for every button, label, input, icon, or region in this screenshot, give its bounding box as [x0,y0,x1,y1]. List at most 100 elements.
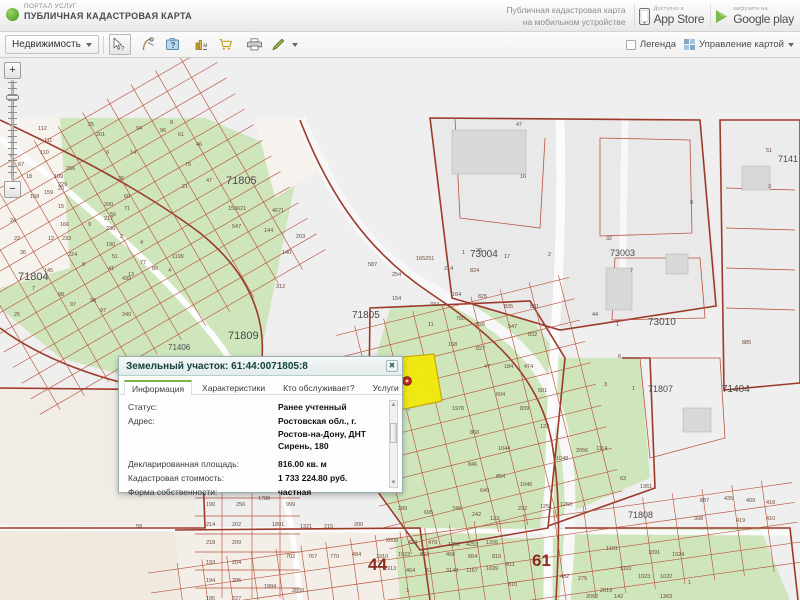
print-tool-button[interactable] [244,34,266,55]
svg-text:547: 547 [232,224,241,230]
popup-tabs: Информация Характеристики Кто обслуживае… [119,376,402,395]
chevron-down-icon [85,42,92,47]
svg-text:1251: 1251 [540,504,552,510]
draw-tool-button[interactable] [267,34,298,55]
tab-kto-obsluzhivaet[interactable]: Кто обслуживает? [275,379,363,394]
parcel-info-popup[interactable]: Земельный участок: 61:44:0071805:8 ✖ Инф… [118,356,403,497]
svg-text:2019: 2019 [600,588,612,594]
google-play-badge[interactable]: загрузите на Google play [710,4,800,28]
svg-text:11: 11 [428,322,434,328]
svg-text:71404: 71404 [722,384,750,395]
svg-text:214: 214 [206,522,215,528]
field-status-value: Ранее учтенный [278,402,347,412]
tab-informaciya-label: Информация [132,384,185,394]
brand[interactable]: Портал услуг Публичная кадастровая карта [6,3,192,22]
svg-text:215: 215 [324,524,333,530]
toolbar-divider [102,35,104,54]
tab-harakteristiki-label: Характеристики [202,383,266,393]
map-control-label: Управление картой [698,39,784,50]
checkbox-unchecked-icon[interactable] [625,39,636,50]
category-dropdown[interactable]: Недвижимость [5,35,99,54]
svg-text:58: 58 [136,524,142,530]
svg-text:839: 839 [520,406,529,412]
triangle-down-icon[interactable]: ▼ [390,479,397,487]
svg-text:71: 71 [124,206,130,212]
svg-text:194: 194 [206,578,215,584]
scrollbar-thumb[interactable] [390,423,397,443]
svg-text:587: 587 [368,262,377,268]
svg-text:410: 410 [766,516,775,522]
svg-text:159: 159 [44,190,53,196]
svg-text:770: 770 [330,554,339,560]
svg-text:6: 6 [106,150,109,156]
map-canvas[interactable]: 71805 71804 71809 71805 73004 73003 7301… [0,58,800,600]
svg-text:1101: 1101 [606,546,618,552]
mobile-tagline: Публичная кадастровая карта на мобильном… [506,4,633,29]
select-object-tool-button[interactable]: ? [108,34,131,55]
cursor-question-icon: ? [113,37,125,52]
zoom-in-button[interactable]: + [4,62,21,79]
svg-text:312: 312 [276,284,285,290]
tab-informaciya[interactable]: Информация [124,380,193,395]
zoom-slider-handle[interactable] [6,95,19,100]
app-store-badge[interactable]: Доступно в App Store [633,4,711,28]
info-tool-button[interactable]: ? [162,34,184,55]
tab-kto-obsluzhivaet-label: Кто обслуживает? [283,383,355,393]
close-icon[interactable]: ✖ [386,360,398,372]
svg-text:112: 112 [38,126,47,132]
svg-text:695: 695 [424,510,433,516]
svg-text:73010: 73010 [648,317,676,328]
draw-tool-icon-box[interactable] [268,34,290,55]
cart-tool-button[interactable] [215,34,237,55]
svg-text:1: 1 [406,588,409,594]
zoom-out-button[interactable]: − [4,181,21,198]
zoom-slider-control[interactable]: + − [4,62,21,198]
svg-text:16: 16 [520,174,526,180]
svg-text:164: 164 [452,292,461,298]
map-control-dropdown[interactable]: Управление картой [683,39,794,50]
measure-tool-button[interactable] [138,34,160,55]
svg-text:145: 145 [44,268,53,274]
svg-text:275: 275 [578,576,587,582]
field-declared-area-label: Декларированная площадь: [128,459,239,469]
svg-text:75: 75 [185,162,191,168]
svg-text:810: 810 [492,554,501,560]
svg-text:702: 702 [286,554,295,560]
printer-icon [247,38,263,51]
svg-text:749: 749 [452,506,461,512]
svg-text:21: 21 [182,184,188,190]
green-circle-logo-icon [6,8,19,21]
svg-text:18: 18 [26,174,32,180]
tab-harakteristiki[interactable]: Характеристики [194,379,273,394]
chart-tool-button[interactable]: м [191,34,213,55]
svg-text:484: 484 [352,552,361,558]
svg-text:1206: 1206 [486,540,498,546]
svg-text:41: 41 [108,266,114,272]
svg-text:140: 140 [282,250,291,256]
legend-toggle[interactable]: Легенда [625,39,676,50]
svg-text:17: 17 [504,254,510,260]
svg-text:1923: 1923 [398,552,410,558]
info-box-icon: ? [166,38,180,50]
svg-text:204: 204 [232,560,241,566]
svg-text:7: 7 [32,286,35,292]
mobile-tagline-line1: Публичная кадастровая карта [506,4,626,15]
svg-text:63: 63 [620,476,626,482]
zoom-in-icon: + [9,64,16,76]
svg-text:479: 479 [428,540,437,546]
svg-text:3: 3 [604,382,607,388]
svg-text:1: 1 [616,322,619,328]
svg-text:831: 831 [530,304,539,310]
portal-title: Публичная кадастровая карта [24,11,192,22]
svg-text:2: 2 [548,252,551,258]
svg-text:46: 46 [196,142,202,148]
popup-scrollbar[interactable]: ▲ ▼ [389,400,398,488]
cadastral-map-svg[interactable]: 71805 71804 71809 71805 73004 73003 7301… [0,58,800,600]
triangle-up-icon[interactable]: ▲ [390,401,397,409]
svg-text:640: 640 [480,488,489,494]
svg-text:8: 8 [82,262,85,268]
svg-text:73004: 73004 [470,249,498,260]
tab-uslugi[interactable]: Услуги [365,379,407,394]
svg-text:227: 227 [232,596,241,600]
svg-text:61: 61 [532,551,551,570]
